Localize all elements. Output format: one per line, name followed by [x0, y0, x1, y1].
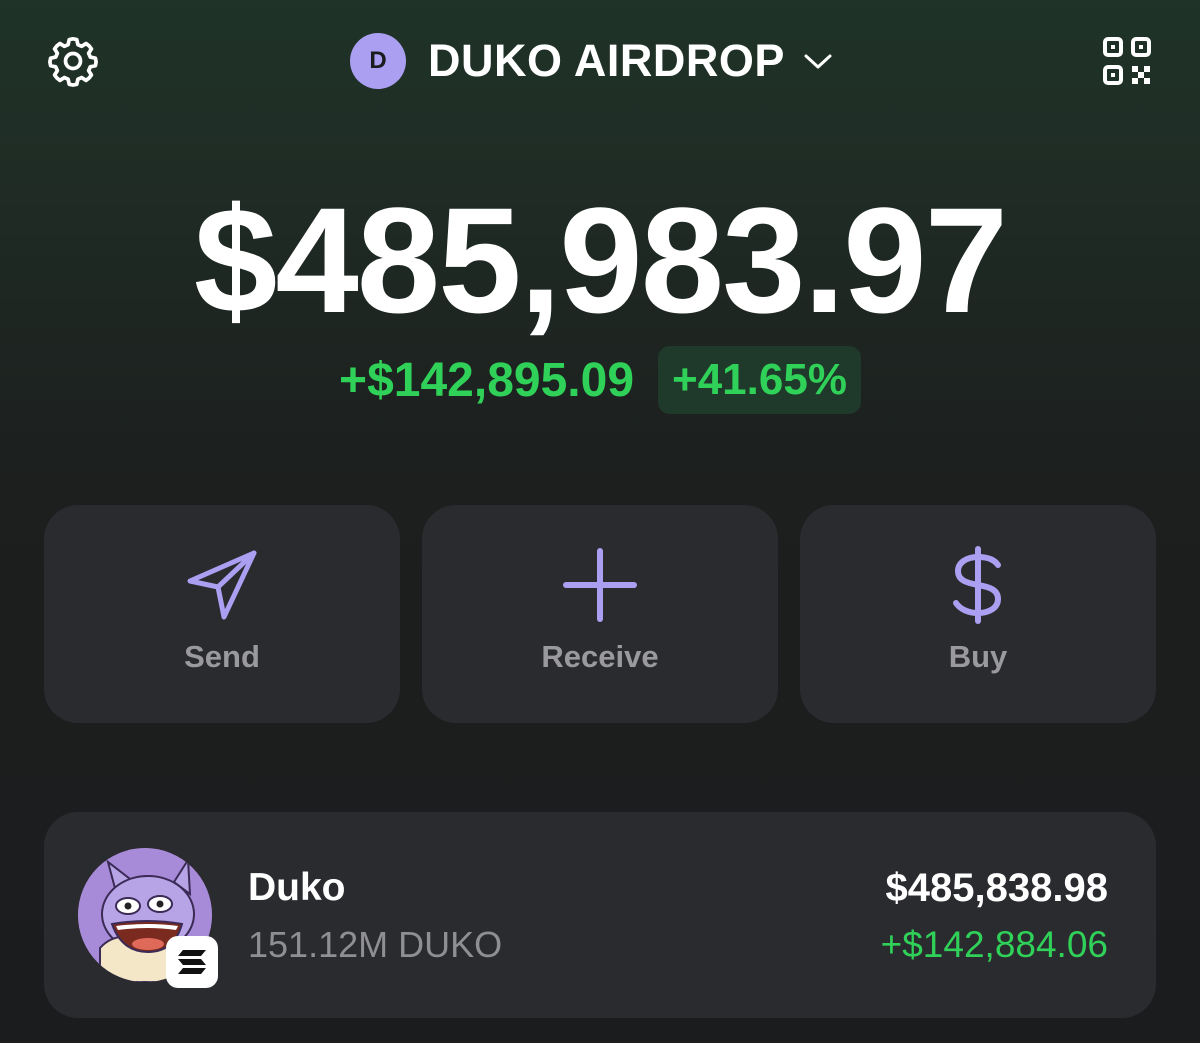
- token-value: $485,838.98: [885, 866, 1108, 910]
- header: D DUKO AIRDROP: [0, 0, 1200, 125]
- receive-button[interactable]: Receive: [422, 505, 778, 723]
- buy-label: Buy: [948, 639, 1008, 674]
- token-change: +$142,884.06: [880, 924, 1108, 965]
- send-icon: [182, 545, 262, 625]
- buy-button[interactable]: Buy: [800, 505, 1156, 723]
- token-amount: 151.12M DUKO: [248, 924, 503, 965]
- qr-code-icon: [1103, 37, 1151, 85]
- dollar-icon: [938, 545, 1018, 625]
- chevron-down-icon: [803, 51, 833, 71]
- account-switcher[interactable]: D DUKO AIRDROP: [350, 32, 833, 90]
- action-buttons: Send Receive Buy: [44, 505, 1156, 723]
- balance-change-value: +$142,895.09: [339, 353, 635, 407]
- gear-icon: [48, 36, 98, 87]
- settings-button[interactable]: [40, 28, 106, 94]
- balance-change-row: +$142,895.09 +41.65%: [0, 346, 1200, 414]
- plus-icon: [560, 545, 640, 625]
- total-balance: $485,983.97: [193, 176, 1008, 344]
- token-name: Duko: [248, 866, 346, 909]
- qr-code-button[interactable]: [1094, 28, 1160, 94]
- solana-icon: [166, 936, 218, 988]
- receive-label: Receive: [541, 639, 659, 674]
- balance-change-percent-badge: +41.65%: [658, 346, 861, 414]
- send-button[interactable]: Send: [44, 505, 400, 723]
- account-name: DUKO AIRDROP: [428, 35, 785, 86]
- token-row-duko[interactable]: Duko 151.12M DUKO $485,838.98 +$142,884.…: [44, 812, 1156, 1018]
- account-avatar: D: [350, 33, 406, 89]
- send-label: Send: [184, 639, 260, 674]
